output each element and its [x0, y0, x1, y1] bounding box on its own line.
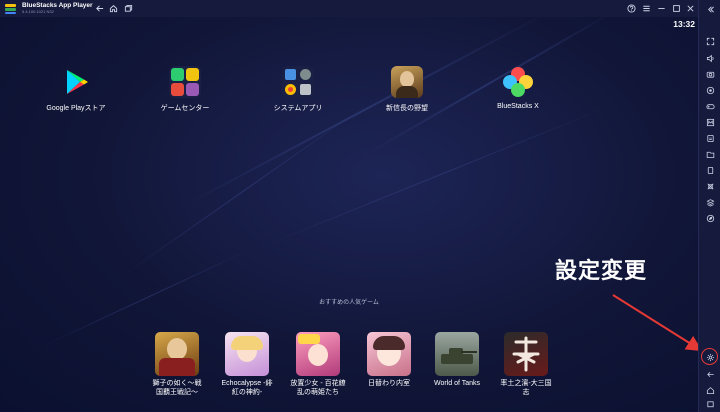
eco-icon[interactable] — [704, 212, 716, 224]
game-label: 率土之濱-大三国 — [500, 380, 552, 387]
game-label: World of Tanks — [433, 380, 481, 387]
game-thumbnail — [296, 332, 340, 376]
app-game-center[interactable]: ゲームセンター — [140, 66, 230, 113]
game-world-of-tanks[interactable]: World of Tanks — [425, 332, 489, 388]
game-center-icon — [169, 66, 201, 98]
game-label: 国覇王戦記～ — [156, 389, 198, 396]
game-thumbnail — [367, 332, 411, 376]
game-shishi[interactable]: 獅子の如く～戦 国覇王戦記～ — [145, 332, 209, 397]
home-icon[interactable] — [108, 3, 119, 14]
title-bar: BlueStacks App Player 5.4.100.1021 N32 — [0, 0, 720, 17]
game-thumbnail — [504, 332, 548, 376]
settings-highlight-ring — [701, 348, 718, 365]
volume-icon[interactable] — [704, 52, 716, 64]
rotate-icon[interactable] — [704, 164, 716, 176]
fullscreen-icon[interactable] — [704, 35, 716, 47]
game-houchi-shoujo[interactable]: 放置少女 - 百花繚 乱の萌姫たち — [286, 332, 350, 397]
minimize-icon[interactable] — [656, 3, 667, 14]
status-clock: 13:32 — [673, 19, 695, 29]
game-echocalypse[interactable]: Echocalypse -緋 紅の神約- — [215, 332, 279, 397]
app-version: 5.4.100.1021 N32 — [22, 9, 54, 15]
recommended-games-title: おすすめの人気ゲーム — [319, 300, 379, 306]
multi-window-icon[interactable] — [123, 3, 134, 14]
game-higawari-naishitsu[interactable]: 日替わり内室 — [357, 332, 421, 388]
folder-icon[interactable] — [704, 148, 716, 160]
annotation-label: 設定変更 — [555, 259, 648, 284]
app-label: ゲームセンター — [160, 105, 210, 112]
controls-icon[interactable] — [704, 100, 716, 112]
app-label: システムアプリ — [273, 105, 323, 112]
back-icon[interactable] — [704, 368, 716, 380]
game-thumbnail — [155, 332, 199, 376]
apk-icon[interactable] — [704, 132, 716, 144]
record-icon[interactable] — [704, 84, 716, 96]
bluestacks-window: BlueStacks App Player 5.4.100.1021 N32 1… — [0, 0, 720, 412]
right-sidebar — [698, 0, 720, 412]
game-label: 日替わり内室 — [368, 380, 410, 387]
maximize-icon[interactable] — [671, 3, 682, 14]
bluestacks-x-icon — [502, 66, 534, 98]
app-system-apps[interactable]: システムアプリ — [253, 66, 343, 113]
app-label: BlueStacks X — [497, 103, 539, 110]
app-nobunaga[interactable]: 新信長の野望 — [362, 66, 452, 113]
app-bluestacks-x[interactable]: BlueStacks X — [473, 66, 563, 110]
screenshot-icon[interactable] — [704, 68, 716, 80]
bluestacks-logo-icon — [4, 3, 18, 15]
game-label: 放置少女 - 百花繚 — [290, 380, 346, 387]
collapse-icon[interactable] — [704, 3, 716, 15]
google-play-icon — [60, 66, 92, 98]
game-thumbnail — [225, 332, 269, 376]
home-icon[interactable] — [704, 384, 716, 396]
game-sotsudo[interactable]: 率土之濱-大三国 志 — [494, 332, 558, 397]
nobunaga-game-icon — [391, 66, 423, 98]
app-label: 新信長の野望 — [386, 105, 428, 112]
game-label: 紅の神約- — [231, 389, 263, 396]
game-label: 志 — [522, 389, 530, 396]
back-arrow-icon[interactable] — [94, 3, 105, 14]
game-label: 獅子の如く～戦 — [152, 380, 202, 387]
game-label: 乱の萌姫たち — [297, 389, 339, 396]
game-label: Echocalypse -緋 — [221, 380, 273, 387]
sotsudo-logo — [512, 336, 540, 372]
multi-instance-icon[interactable] — [704, 196, 716, 208]
shake-icon[interactable] — [704, 180, 716, 192]
app-google-play[interactable]: Google Playストア — [31, 66, 121, 113]
recent-apps-icon[interactable] — [704, 398, 716, 410]
system-apps-icon — [282, 66, 314, 98]
app-label: Google Playストア — [46, 105, 106, 112]
macro-icon[interactable] — [704, 116, 716, 128]
game-thumbnail — [435, 332, 479, 376]
close-icon[interactable] — [685, 3, 696, 14]
menu-icon[interactable] — [641, 3, 652, 14]
help-icon[interactable] — [626, 3, 637, 14]
